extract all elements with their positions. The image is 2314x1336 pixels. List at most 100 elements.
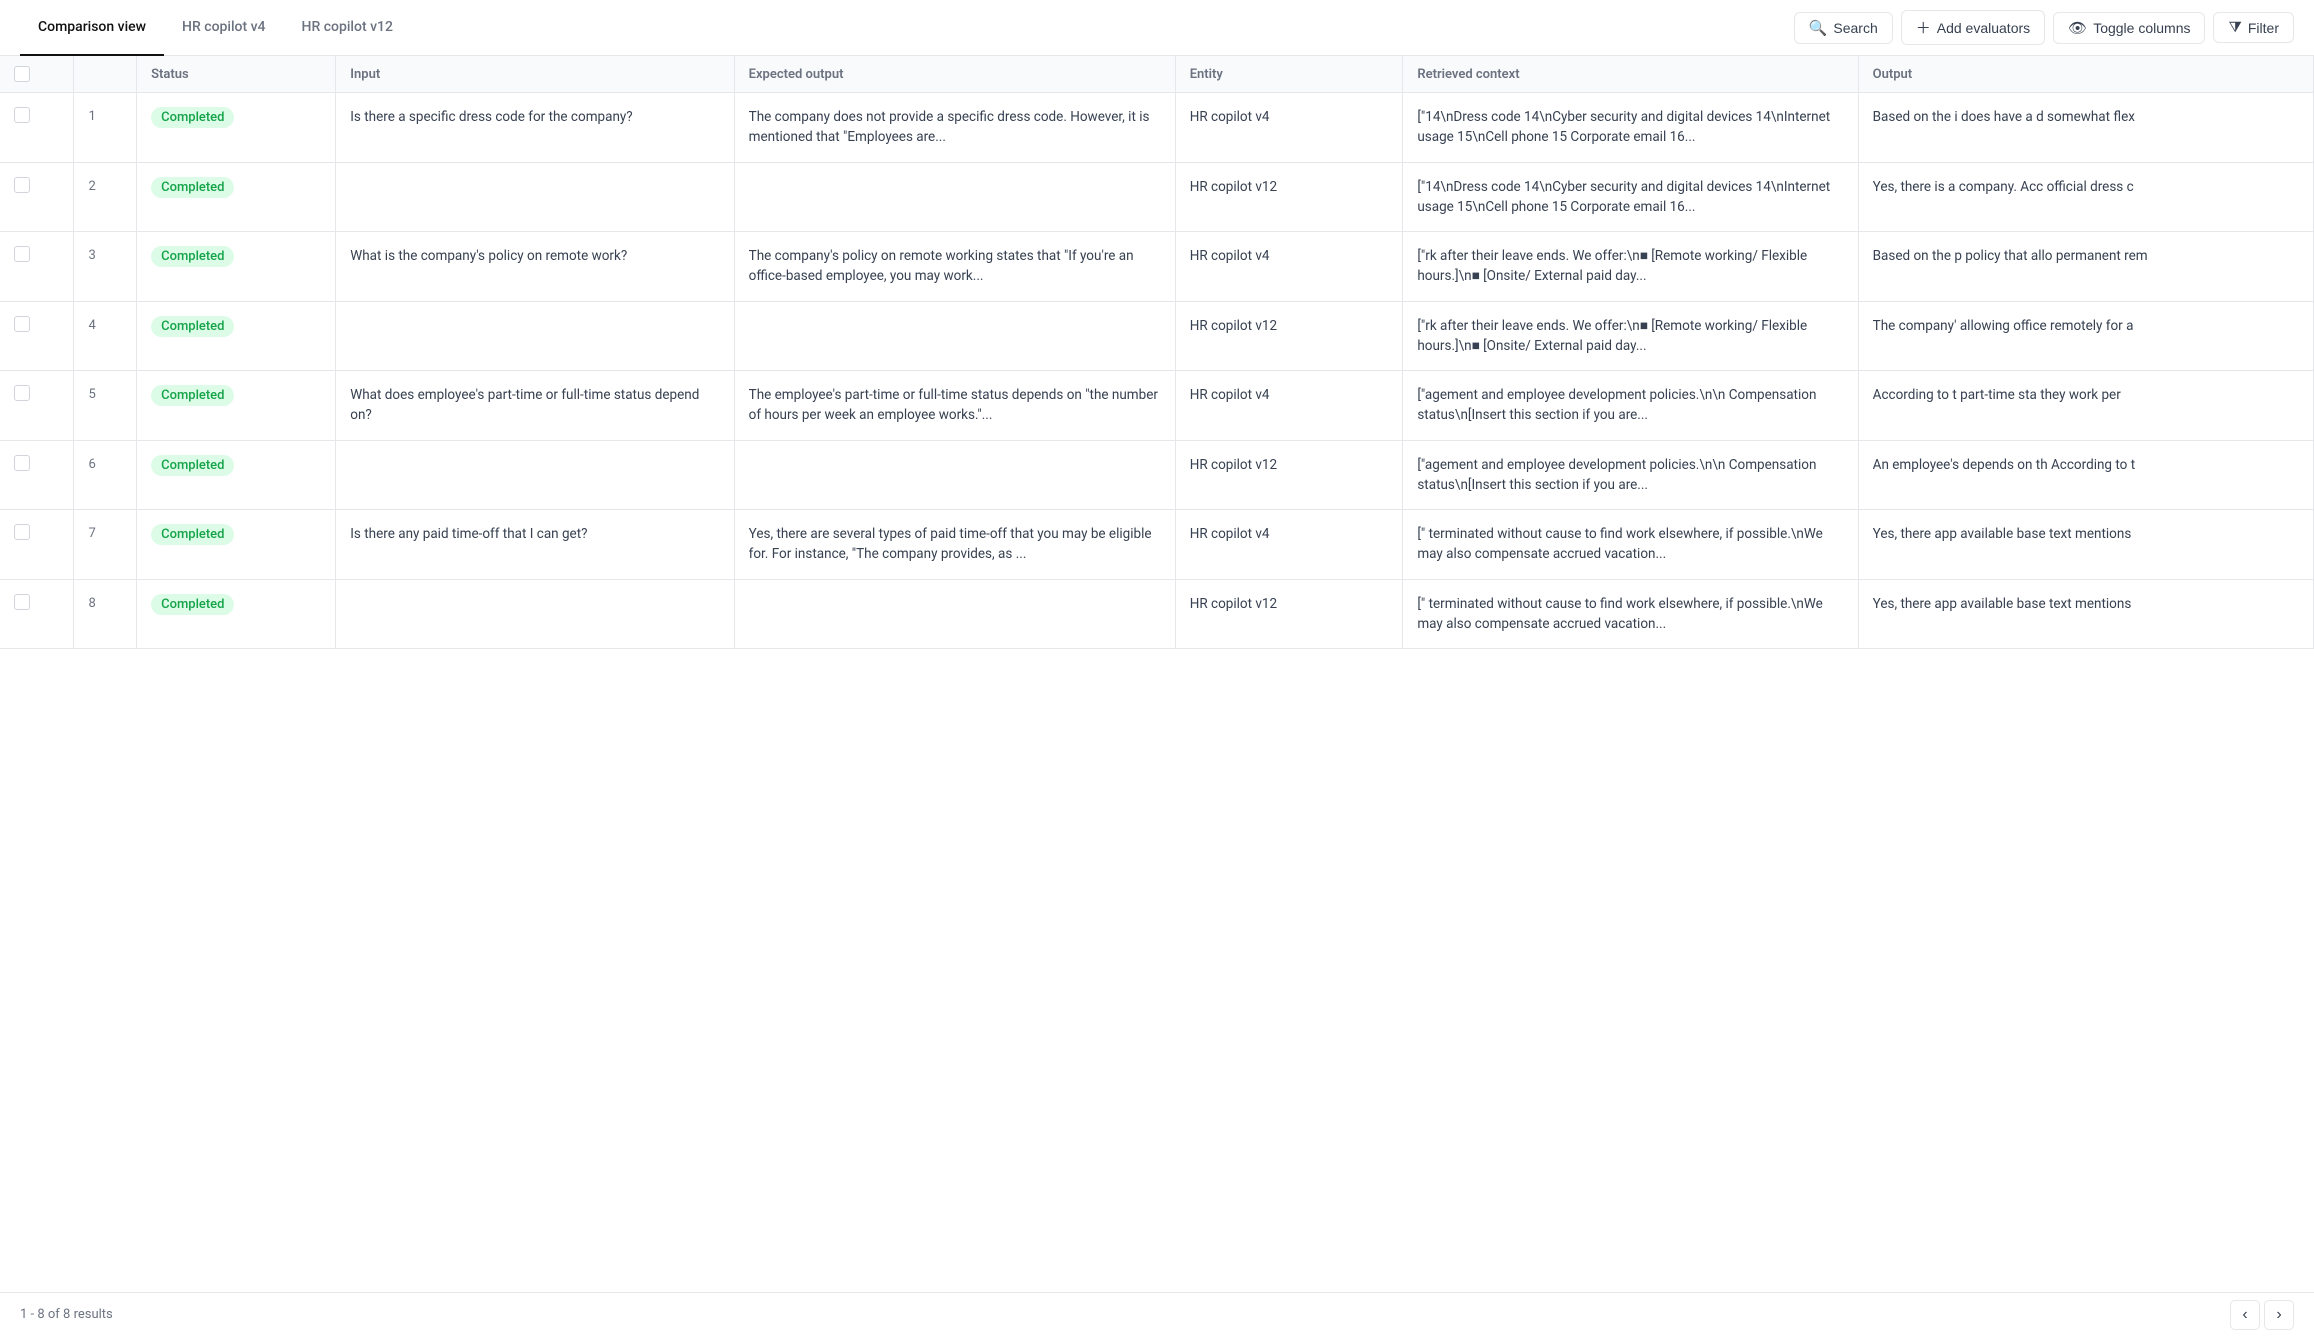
status-badge: Completed [151, 594, 234, 615]
header-input-col: Input [336, 56, 734, 93]
toolbar: 🔍 Search ＋ Add evaluators 👁 Toggle colum… [1794, 10, 2294, 45]
tab-comparison-view[interactable]: Comparison view [20, 0, 164, 56]
toggle-columns-button[interactable]: 👁 Toggle columns [2053, 12, 2205, 44]
row-checkbox[interactable] [14, 177, 30, 193]
row-retrieved-cell: ["rk after their leave ends. We offer:\n… [1403, 232, 1858, 302]
row-number: 7 [74, 510, 137, 580]
header-checkbox-col [0, 56, 74, 93]
row-checkbox-cell [0, 162, 74, 232]
row-input-cell: Is there any paid time-off that I can ge… [336, 510, 734, 580]
tab-hr-copilot-v4[interactable]: HR copilot v4 [164, 0, 283, 56]
row-status-cell: Completed [137, 162, 336, 232]
row-status-cell: Completed [137, 301, 336, 371]
row-input-cell: What does employee's part-time or full-t… [336, 371, 734, 441]
table-row[interactable]: 7 Completed Is there any paid time-off tha… [0, 510, 2314, 580]
row-expected-cell [734, 579, 1175, 649]
row-expected-cell: The company's policy on remote working s… [734, 232, 1175, 302]
row-retrieved-cell: [" terminated without cause to find work… [1403, 510, 1858, 580]
row-entity-cell: HR copilot v4 [1175, 232, 1403, 302]
row-status-cell: Completed [137, 93, 336, 163]
retrieved-text: [" terminated without cause to find work… [1417, 594, 1843, 635]
output-text: An employee's depends on th According to… [1873, 455, 2299, 475]
select-all-checkbox[interactable] [14, 66, 30, 82]
retrieved-text: ["14\nDress code 14\nCyber security and … [1417, 177, 1843, 218]
table-row[interactable]: 4CompletedHR copilot v12["rk after their… [0, 301, 2314, 371]
search-button[interactable]: 🔍 Search [1794, 12, 1893, 44]
entity-text: HR copilot v4 [1190, 246, 1389, 266]
row-expected-cell [734, 440, 1175, 510]
row-checkbox-cell [0, 510, 74, 580]
output-text: Yes, there app available base text menti… [1873, 524, 2299, 544]
row-input-cell [336, 301, 734, 371]
row-number: 6 [74, 440, 137, 510]
retrieved-text: [" terminated without cause to find work… [1417, 524, 1843, 565]
row-retrieved-cell: [" terminated without cause to find work… [1403, 579, 1858, 649]
table-row[interactable]: 1CompletedIs there a specific dress code… [0, 93, 2314, 163]
status-badge: Completed [151, 316, 234, 337]
entity-text: HR copilot v12 [1190, 177, 1389, 197]
row-checkbox[interactable] [14, 385, 30, 401]
status-badge: Completed [151, 524, 234, 545]
expected-text: The company does not provide a specific … [749, 107, 1161, 148]
status-badge: Completed [151, 177, 234, 198]
row-checkbox[interactable] [14, 246, 30, 262]
pagination-controls: ‹ › [2230, 1300, 2294, 1330]
row-checkbox[interactable] [14, 524, 30, 540]
header-expected-col: Expected output [734, 56, 1175, 93]
row-checkbox[interactable] [14, 316, 30, 332]
table-row[interactable]: 3Completed What is the company's policy o… [0, 232, 2314, 302]
next-page-button[interactable]: › [2264, 1300, 2294, 1330]
input-text: What does employee's part-time or full-t… [350, 385, 719, 426]
prev-page-button[interactable]: ‹ [2230, 1300, 2260, 1330]
entity-text: HR copilot v4 [1190, 524, 1389, 544]
table-row[interactable]: 6CompletedHR copilot v12["agement and em… [0, 440, 2314, 510]
filter-button[interactable]: ⧩ Filter [2213, 12, 2294, 43]
plus-icon: ＋ [1916, 17, 1931, 38]
retrieved-text: ["rk after their leave ends. We offer:\n… [1417, 246, 1843, 287]
row-number: 1 [74, 93, 137, 163]
row-expected-cell [734, 162, 1175, 232]
table-container: Status Input Expected output Entity Retr… [0, 56, 2314, 1292]
row-number: 8 [74, 579, 137, 649]
tab-hr-copilot-v12[interactable]: HR copilot v12 [284, 0, 411, 56]
expected-text: The employee's part-time or full-time st… [749, 385, 1161, 426]
header-num-col [74, 56, 137, 93]
columns-icon: 👁 [2068, 19, 2087, 37]
row-status-cell: Completed [137, 232, 336, 302]
output-text: The company' allowing office remotely fo… [1873, 316, 2299, 336]
row-expected-cell: The company does not provide a specific … [734, 93, 1175, 163]
table-row[interactable]: 5CompletedWhat does employee's part-time… [0, 371, 2314, 441]
row-entity-cell: HR copilot v4 [1175, 93, 1403, 163]
row-entity-cell: HR copilot v12 [1175, 301, 1403, 371]
footer: 1 - 8 of 8 results ‹ › [0, 1292, 2314, 1336]
row-output-cell: Based on the p policy that allo permanen… [1858, 232, 2313, 302]
table-row[interactable]: 8 Completed HR copilot v12 [" terminated wi… [0, 579, 2314, 649]
input-text: Is there any paid time-off that I can ge… [350, 524, 719, 544]
add-evaluators-button[interactable]: ＋ Add evaluators [1901, 10, 2045, 45]
row-number: 4 [74, 301, 137, 371]
expected-text: Yes, there are several types of paid tim… [749, 524, 1161, 565]
header-entity-col: Entity [1175, 56, 1403, 93]
header-output-col: Output [1858, 56, 2313, 93]
row-checkbox-cell [0, 579, 74, 649]
row-entity-cell: HR copilot v4 [1175, 371, 1403, 441]
row-checkbox[interactable] [14, 107, 30, 123]
row-checkbox[interactable] [14, 594, 30, 610]
row-number: 3 [74, 232, 137, 302]
row-retrieved-cell: ["14\nDress code 14\nCyber security and … [1403, 93, 1858, 163]
row-checkbox-cell [0, 301, 74, 371]
row-entity-cell: HR copilot v4 [1175, 510, 1403, 580]
row-checkbox[interactable] [14, 455, 30, 471]
entity-text: HR copilot v12 [1190, 594, 1389, 614]
input-text: What is the company's policy on remote w… [350, 246, 719, 266]
table-row[interactable]: 2CompletedHR copilot v12["14\nDress code… [0, 162, 2314, 232]
output-text: Yes, there app available base text menti… [1873, 594, 2299, 614]
row-status-cell: Completed [137, 371, 336, 441]
row-output-cell: Yes, there app available base text menti… [1858, 579, 2313, 649]
row-expected-cell: Yes, there are several types of paid tim… [734, 510, 1175, 580]
entity-text: HR copilot v4 [1190, 107, 1389, 127]
output-text: Based on the p policy that allo permanen… [1873, 246, 2299, 266]
retrieved-text: ["agement and employee development polic… [1417, 455, 1843, 496]
row-status-cell: Completed [137, 510, 336, 580]
output-text: According to t part-time sta they work p… [1873, 385, 2299, 405]
